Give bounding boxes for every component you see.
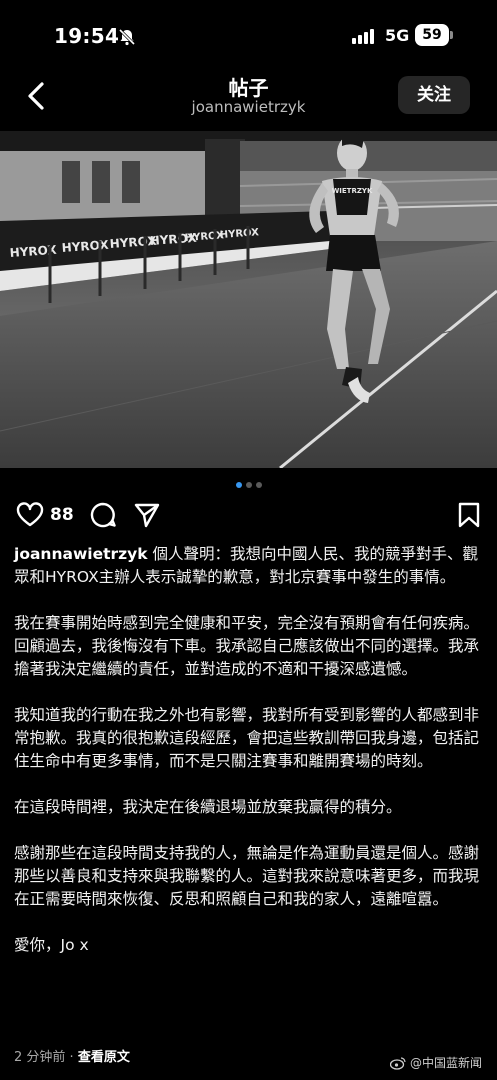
- caption-intro: joannawietrzyk 個人聲明：我想向中國人民、我的競爭對手、觀眾和HY…: [14, 543, 486, 589]
- athlete-running-photo: HYROX HYROX HYROX HYROX HYROX HYROX WIET…: [0, 131, 497, 468]
- caption-paragraph: 感謝那些在這段時間支持我的人，無論是作為運動員還是個人。感謝那些以善良和支持來與…: [14, 844, 480, 908]
- watermark: @中国蓝新闻: [390, 1054, 482, 1071]
- watermark-text: @中国蓝新闻: [410, 1056, 483, 1070]
- heart-icon[interactable]: [16, 501, 44, 529]
- bell-muted-icon: [118, 28, 136, 46]
- caption-paragraph: 我在賽事開始時感到完全健康和平安，完全沒有預期會有任何疾病。回顧過去，我後悔沒有…: [14, 614, 480, 678]
- caption-paragraph: 我知道我的行動在我之外也有影響，我對所有受到影響的人都感到非常抱歉。我真的很抱歉…: [14, 706, 480, 770]
- like-count[interactable]: 88: [50, 505, 74, 525]
- carousel-dots: [0, 482, 497, 488]
- carousel-dot-active[interactable]: [235, 482, 242, 488]
- comment-icon[interactable]: [89, 501, 117, 529]
- caption-sign-off: 愛你，Jo x: [14, 936, 89, 954]
- status-bar: 19:54 5G 59: [0, 0, 497, 64]
- post-caption: joannawietrzyk 個人聲明：我想向中國人民、我的競爭對手、觀眾和HY…: [14, 543, 486, 957]
- see-original-link[interactable]: 查看原文: [78, 1050, 130, 1065]
- bib-name: WIETRZYK: [332, 187, 373, 195]
- post-header: 帖子 joannawietrzyk 关注: [0, 64, 497, 130]
- post-meta: 2 分钟前 · 查看原文: [14, 1046, 130, 1065]
- caption-username[interactable]: joannawietrzyk: [14, 545, 148, 563]
- caption-paragraph: 在這段時間裡，我決定在後續退場並放棄我贏得的積分。: [14, 798, 402, 816]
- meta-separator: ·: [69, 1050, 74, 1065]
- carousel-dot[interactable]: [255, 482, 262, 488]
- post-actions: 88: [0, 498, 497, 538]
- post-time: 2 分钟前: [14, 1050, 66, 1065]
- weibo-logo-icon: [390, 1056, 406, 1070]
- follow-button[interactable]: 关注: [398, 76, 470, 114]
- signal-icon: [352, 28, 374, 44]
- battery-icon: 59: [415, 24, 453, 46]
- bookmark-icon[interactable]: [456, 501, 482, 529]
- post-image[interactable]: HYROX HYROX HYROX HYROX HYROX HYROX WIET…: [0, 131, 497, 468]
- carousel-dot[interactable]: [245, 482, 252, 488]
- network-type: 5G: [385, 26, 410, 45]
- status-time: 19:54: [54, 24, 120, 48]
- share-icon[interactable]: [133, 501, 161, 529]
